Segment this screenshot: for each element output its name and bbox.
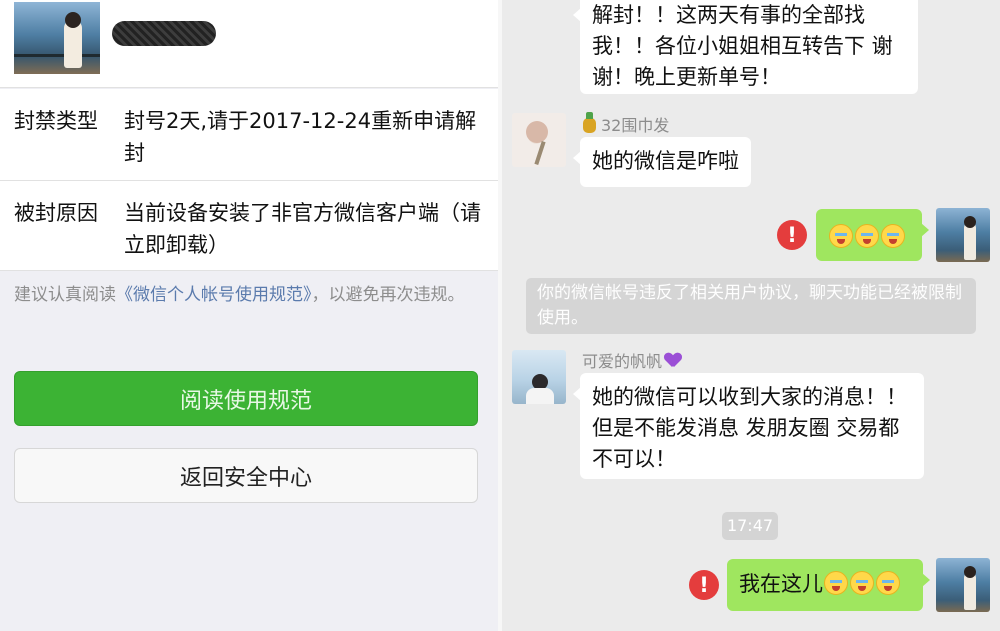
send-failed-icon[interactable]: ! xyxy=(689,570,719,600)
message-text: 我在这儿 xyxy=(739,572,823,596)
ban-reason-label: 被封原因 xyxy=(14,201,98,225)
chat-message-bubble: 她的微信可以收到大家的消息！！但是不能发消息 发朋友圈 交易都不可以！ xyxy=(573,373,924,479)
crying-emoji-icon xyxy=(829,224,853,248)
message-text: 她的微信可以收到大家的消息！！但是不能发消息 发朋友圈 交易都不可以！ xyxy=(592,385,907,471)
advice-suffix: ，以避免再次违规。 xyxy=(311,285,465,305)
crying-emoji-icon xyxy=(824,571,848,595)
ban-reason-row: 被封原因 当前设备安装了非官方微信客户端（请立即卸载） xyxy=(0,181,498,271)
chat-message-bubble: 我在这儿 xyxy=(727,559,930,611)
redacted-nickname xyxy=(112,21,216,46)
crying-emoji-icon xyxy=(876,571,900,595)
read-rules-button[interactable]: 阅读使用规范 xyxy=(14,371,478,426)
account-header xyxy=(0,0,498,88)
message-text: 解封！！这两天有事的全部找我！！各位小姐姐相互转告下 谢谢！晚上更新单号！ xyxy=(592,3,893,89)
ban-reason-value: 当前设备安装了非官方微信客户端（请立即卸载） xyxy=(124,201,481,257)
back-to-security-center-button[interactable]: 返回安全中心 xyxy=(14,448,478,503)
ban-type-row: 封禁类型 封号2天,请于2017-12-24重新申请解封 xyxy=(0,89,498,181)
sender-name: 32围巾发 xyxy=(583,112,669,136)
ban-type-label: 封禁类型 xyxy=(14,109,98,133)
advice-text: 建议认真阅读《微信个人帐号使用规范》，以避免再次违规。 xyxy=(14,280,484,310)
pineapple-emoji-icon xyxy=(583,112,596,133)
my-avatar[interactable] xyxy=(936,558,990,612)
crying-emoji-icon xyxy=(855,224,879,248)
sender-name: 可爱的帆帆 xyxy=(582,348,681,372)
chat-message-bubble: 解封！！这两天有事的全部找我！！各位小姐姐相互转告下 谢谢！晚上更新单号！ xyxy=(573,0,918,94)
purple-heart-icon xyxy=(665,353,681,369)
crying-emoji-icon xyxy=(881,224,905,248)
crying-emoji-icon xyxy=(850,571,874,595)
advice-prefix: 建议认真阅读 xyxy=(14,285,116,305)
send-failed-icon[interactable]: ! xyxy=(777,220,807,250)
message-timestamp: 17:47 xyxy=(722,512,778,540)
chat-message-bubble xyxy=(816,209,929,261)
chat-message-bubble: 她的微信是咋啦 xyxy=(573,137,751,187)
my-avatar[interactable] xyxy=(936,208,990,262)
usage-rules-link[interactable]: 《微信个人帐号使用规范》 xyxy=(116,285,312,305)
contact-avatar[interactable] xyxy=(512,113,566,167)
ban-notice-panel: 封禁类型 封号2天,请于2017-12-24重新申请解封 被封原因 当前设备安装… xyxy=(0,0,498,631)
contact-avatar[interactable] xyxy=(512,350,566,404)
system-notice: 你的微信帐号违反了相关用户协议，聊天功能已经被限制使用。 xyxy=(526,278,976,334)
account-avatar xyxy=(14,2,100,74)
message-text: 她的微信是咋啦 xyxy=(592,149,739,173)
ban-type-value: 封号2天,请于2017-12-24重新申请解封 xyxy=(124,109,477,165)
